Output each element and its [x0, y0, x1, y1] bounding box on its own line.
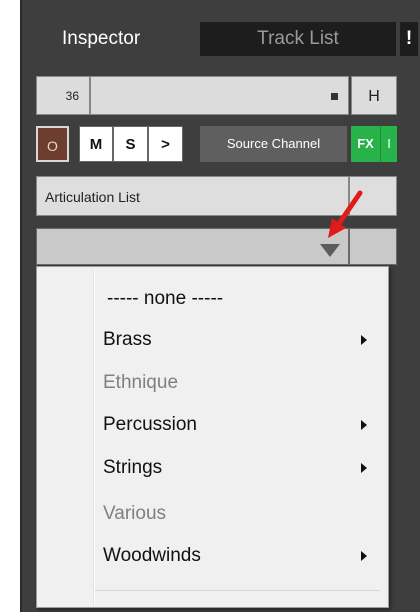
- tab-alert[interactable]: !: [400, 22, 418, 56]
- menu-bottom-divider: [95, 590, 380, 591]
- menu-item-various: Various: [103, 498, 373, 530]
- menu-item-label: Strings: [103, 457, 163, 478]
- menu-item-label: Percussion: [103, 414, 197, 435]
- menu-item-label: Various: [103, 503, 167, 524]
- dropdown-arrow-icon[interactable]: [320, 244, 340, 257]
- tab-track-list[interactable]: Track List: [200, 22, 396, 56]
- menu-item-label: Woodwinds: [103, 545, 201, 566]
- menu-item-label: Ethnique: [103, 372, 179, 393]
- o-button[interactable]: O: [36, 126, 69, 162]
- submenu-arrow-icon: [361, 463, 367, 473]
- menu-item-none[interactable]: ----- none -----: [107, 283, 377, 315]
- next-button[interactable]: >: [148, 126, 183, 162]
- menu-item-percussion[interactable]: Percussion: [103, 409, 373, 441]
- fx-button[interactable]: FX: [351, 126, 380, 162]
- solo-button[interactable]: S: [113, 126, 148, 162]
- menu-item-strings[interactable]: Strings: [103, 452, 373, 484]
- track-number: 36: [36, 76, 90, 115]
- menu-item-brass[interactable]: Brass: [103, 324, 373, 356]
- h-button[interactable]: H: [351, 76, 397, 115]
- menu-item-woodwinds[interactable]: Woodwinds: [103, 540, 373, 572]
- articulation-popup-menu: ----- none ----- Brass Ethnique Percussi…: [36, 266, 389, 608]
- menu-gutter: [93, 270, 95, 604]
- color-square-icon[interactable]: [331, 93, 338, 100]
- track-name-field[interactable]: [90, 76, 349, 115]
- red-arrow-annotation-icon: [328, 190, 363, 238]
- menu-item-ethnique: Ethnique: [103, 367, 373, 399]
- tab-inspector[interactable]: Inspector: [36, 22, 196, 56]
- submenu-arrow-icon: [361, 335, 367, 345]
- mute-button[interactable]: M: [79, 126, 113, 162]
- source-channel-button[interactable]: Source Channel: [200, 126, 347, 162]
- i-button[interactable]: I: [380, 126, 397, 162]
- articulation-list-label: Articulation List: [36, 176, 349, 216]
- articulation-dropdown[interactable]: [36, 228, 349, 265]
- menu-item-label: Brass: [103, 329, 152, 350]
- submenu-arrow-icon: [361, 551, 367, 561]
- submenu-arrow-icon: [361, 420, 367, 430]
